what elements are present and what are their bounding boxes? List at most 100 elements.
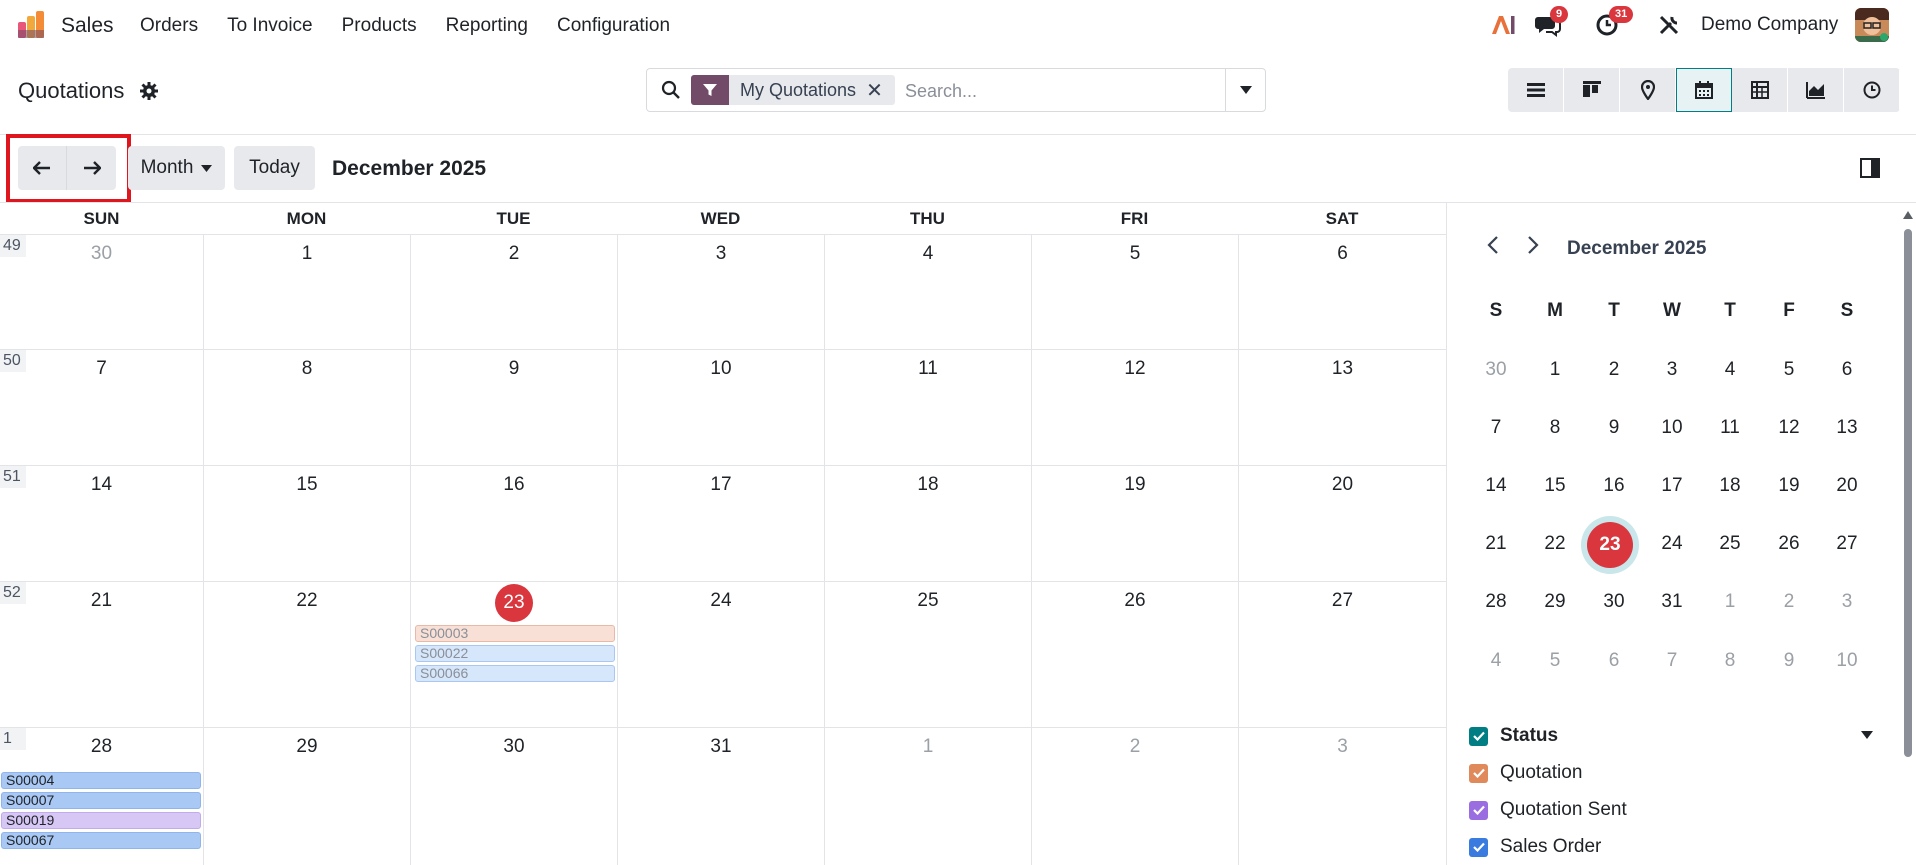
menu-products[interactable]: Products bbox=[342, 15, 417, 37]
day-cell[interactable]: 8 bbox=[203, 350, 410, 465]
day-cell[interactable]: 31 bbox=[617, 728, 824, 865]
search-input[interactable] bbox=[905, 77, 1205, 105]
mini-day[interactable]: 30 bbox=[1467, 359, 1525, 381]
graph-view-button[interactable] bbox=[1788, 68, 1844, 112]
day-cell[interactable]: 14 51 bbox=[0, 466, 203, 581]
mini-day[interactable]: 2 bbox=[1760, 591, 1818, 613]
day-cell[interactable]: 22 bbox=[203, 582, 410, 727]
checkbox-checked-icon[interactable] bbox=[1469, 726, 1488, 746]
mini-day[interactable]: 3 bbox=[1643, 359, 1701, 381]
mini-day[interactable]: 13 bbox=[1818, 417, 1876, 439]
day-cell[interactable]: 7 50 bbox=[0, 350, 203, 465]
calendar-event[interactable]: S00004 bbox=[1, 772, 201, 789]
gear-icon[interactable] bbox=[140, 82, 158, 100]
filter-section-status[interactable]: Status bbox=[1469, 725, 1558, 747]
menu-to-invoice[interactable]: To Invoice bbox=[227, 15, 313, 37]
day-cell[interactable]: 24 bbox=[617, 582, 824, 727]
activity-view-button[interactable] bbox=[1844, 68, 1900, 112]
mini-day[interactable]: 1 bbox=[1526, 359, 1584, 381]
mini-day[interactable]: 6 bbox=[1585, 650, 1643, 672]
mini-day[interactable]: 24 bbox=[1643, 533, 1701, 555]
day-cell[interactable]: 2 bbox=[1031, 728, 1238, 865]
day-cell[interactable]: 1 bbox=[824, 728, 1031, 865]
day-cell[interactable]: 11 bbox=[824, 350, 1031, 465]
mini-day[interactable]: 19 bbox=[1760, 475, 1818, 497]
calendar-event[interactable]: S00067 bbox=[1, 832, 201, 849]
mini-day[interactable]: 29 bbox=[1526, 591, 1584, 613]
mini-day[interactable]: 4 bbox=[1701, 359, 1759, 381]
activities-icon[interactable]: 31 bbox=[1594, 6, 1634, 38]
menu-configuration[interactable]: Configuration bbox=[557, 15, 670, 37]
remove-facet-icon[interactable]: ✕ bbox=[866, 78, 895, 103]
mini-day[interactable]: 2 bbox=[1585, 359, 1643, 381]
day-cell[interactable]: 26 bbox=[1031, 582, 1238, 727]
day-cell[interactable]: 29 bbox=[203, 728, 410, 865]
day-cell[interactable]: 15 bbox=[203, 466, 410, 581]
menu-orders[interactable]: Orders bbox=[140, 15, 198, 37]
mini-day[interactable]: 6 bbox=[1818, 359, 1876, 381]
mini-day[interactable]: 10 bbox=[1643, 417, 1701, 439]
mini-day[interactable]: 3 bbox=[1818, 591, 1876, 613]
day-cell[interactable]: 9 bbox=[410, 350, 617, 465]
mini-day[interactable]: 5 bbox=[1526, 650, 1584, 672]
kanban-view-button[interactable] bbox=[1564, 68, 1620, 112]
day-cell[interactable]: 23 S00003 S00022 S00066 bbox=[410, 582, 617, 727]
day-cell[interactable]: 20 bbox=[1238, 466, 1446, 581]
mini-day[interactable]: 1 bbox=[1701, 591, 1759, 613]
mini-today-marker[interactable]: 23 bbox=[1581, 516, 1639, 574]
mini-day[interactable]: 5 bbox=[1760, 359, 1818, 381]
mini-day[interactable]: 20 bbox=[1818, 475, 1876, 497]
mini-day[interactable]: 21 bbox=[1467, 533, 1525, 555]
search-icon[interactable] bbox=[661, 80, 681, 100]
day-cell[interactable]: 2 bbox=[410, 235, 617, 349]
day-cell[interactable]: 30 49 bbox=[0, 235, 203, 349]
calendar-event[interactable]: S00022 bbox=[415, 645, 615, 662]
mini-day[interactable]: 4 bbox=[1467, 650, 1525, 672]
mini-day[interactable]: 27 bbox=[1818, 533, 1876, 555]
mini-day[interactable]: 30 bbox=[1585, 591, 1643, 613]
day-cell[interactable]: 16 bbox=[410, 466, 617, 581]
day-cell[interactable]: 6 bbox=[1238, 235, 1446, 349]
company-switcher[interactable]: Demo Company bbox=[1701, 14, 1838, 36]
checkbox-checked-icon[interactable] bbox=[1469, 800, 1488, 820]
toggle-side-panel-icon[interactable] bbox=[1860, 158, 1880, 178]
day-cell[interactable]: 25 bbox=[824, 582, 1031, 727]
ai-icon[interactable] bbox=[1490, 12, 1516, 38]
sales-app-icon[interactable] bbox=[16, 10, 46, 40]
mini-calendar-next-icon[interactable] bbox=[1527, 235, 1539, 255]
user-avatar[interactable] bbox=[1855, 8, 1889, 42]
day-cell[interactable]: 19 bbox=[1031, 466, 1238, 581]
mini-day[interactable]: 11 bbox=[1701, 417, 1759, 439]
search-options-toggle[interactable] bbox=[1225, 69, 1265, 111]
mini-day[interactable]: 14 bbox=[1467, 475, 1525, 497]
messages-icon[interactable]: 9 bbox=[1535, 6, 1569, 38]
menu-reporting[interactable]: Reporting bbox=[446, 15, 528, 37]
mini-calendar-prev-icon[interactable] bbox=[1487, 235, 1499, 255]
calendar-event[interactable]: S00066 bbox=[415, 665, 615, 682]
day-cell[interactable]: 17 bbox=[617, 466, 824, 581]
status-filter-item[interactable]: Quotation bbox=[1469, 762, 1582, 784]
mini-day[interactable]: 7 bbox=[1467, 417, 1525, 439]
calendar-event[interactable]: S00007 bbox=[1, 792, 201, 809]
app-name[interactable]: Sales bbox=[61, 14, 114, 38]
calendar-view-button[interactable] bbox=[1676, 68, 1732, 112]
checkbox-checked-icon[interactable] bbox=[1469, 837, 1488, 857]
day-cell[interactable]: 12 bbox=[1031, 350, 1238, 465]
day-cell[interactable]: 3 bbox=[617, 235, 824, 349]
scrollbar-thumb[interactable] bbox=[1904, 229, 1912, 757]
day-cell[interactable]: 1 bbox=[203, 235, 410, 349]
mini-day[interactable]: 7 bbox=[1643, 650, 1701, 672]
today-button[interactable]: Today bbox=[234, 146, 315, 190]
debug-tools-icon[interactable] bbox=[1656, 12, 1682, 38]
mini-day[interactable]: 10 bbox=[1818, 650, 1876, 672]
side-panel-scrollbar[interactable] bbox=[1903, 211, 1913, 759]
calendar-event[interactable]: S00003 bbox=[415, 625, 615, 642]
mini-day[interactable]: 9 bbox=[1760, 650, 1818, 672]
day-cell[interactable]: 5 bbox=[1031, 235, 1238, 349]
day-cell[interactable]: 18 bbox=[824, 466, 1031, 581]
status-filter-item[interactable]: Sales Order bbox=[1469, 836, 1601, 858]
mini-day[interactable]: 17 bbox=[1643, 475, 1701, 497]
day-cell[interactable]: 30 bbox=[410, 728, 617, 865]
scale-dropdown[interactable]: Month bbox=[128, 146, 225, 190]
mini-day[interactable]: 31 bbox=[1643, 591, 1701, 613]
